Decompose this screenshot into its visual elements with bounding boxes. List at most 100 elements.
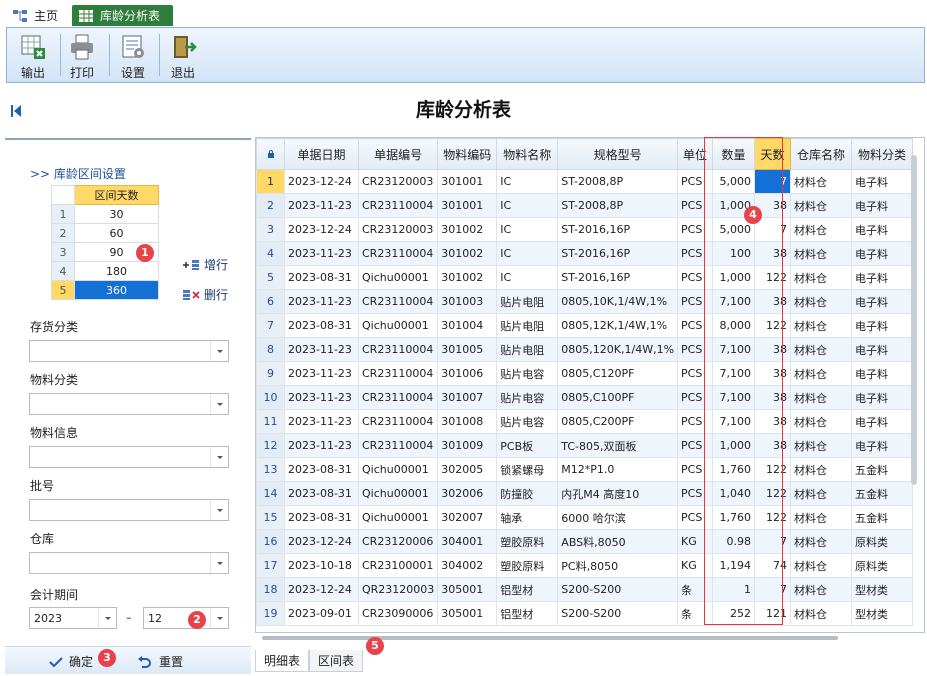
interval-value[interactable]: 60 [74, 223, 159, 243]
table-cell[interactable]: 材料仓 [790, 601, 853, 626]
table-cell[interactable]: 电子料 [851, 409, 914, 434]
table-cell[interactable]: CR23090006 [357, 601, 439, 626]
table-cell[interactable]: PCS [677, 265, 714, 290]
table-row[interactable]: 13 2023-08-31 Qichu00001 302005 锁紧螺母 M12*P1.0… [256, 457, 914, 482]
table-cell[interactable]: 301008 [437, 409, 498, 434]
table-row[interactable]: 10 2023-11-23 CR23110004 301007 贴片电容 0805,C10… [256, 385, 914, 410]
table-cell[interactable]: 301002 [437, 265, 498, 290]
table-cell[interactable]: 电子料 [851, 169, 914, 194]
table-row[interactable]: 9 2023-11-23 CR23110004 301006 贴片电容 0805,C120… [256, 361, 914, 386]
table-cell[interactable]: CR23120003 [357, 217, 439, 242]
column-header[interactable]: 单位 [677, 138, 714, 170]
table-cell[interactable]: 材料仓 [790, 217, 853, 242]
table-cell[interactable]: 材料仓 [790, 457, 853, 482]
table-cell[interactable]: 122 [754, 313, 792, 338]
table-cell[interactable]: 贴片电阻 [496, 337, 559, 362]
table-cell[interactable]: 302005 [437, 457, 498, 482]
table-cell[interactable]: TC-805,双面板 [557, 433, 679, 458]
table-cell[interactable]: 7 [754, 529, 792, 554]
table-cell[interactable]: 电子料 [851, 433, 914, 458]
table-row[interactable]: 6 2023-11-23 CR23110004 301003 贴片电阻 0805,10K,… [256, 289, 914, 314]
table-cell[interactable]: 0805,120K,1/4W,1% [557, 337, 679, 362]
table-cell[interactable]: 2023-12-24 [284, 217, 359, 242]
table-cell[interactable]: CR23110004 [357, 433, 439, 458]
table-cell[interactable]: 原料类 [851, 553, 914, 578]
table-cell[interactable]: 2023-11-23 [284, 433, 359, 458]
table-cell[interactable]: CR23110004 [357, 241, 439, 266]
table-cell[interactable]: 1,000 [712, 433, 756, 458]
table-cell[interactable]: 原料类 [851, 529, 914, 554]
table-cell[interactable]: 7,100 [712, 385, 756, 410]
table-cell[interactable]: 0805,C100PF [557, 385, 679, 410]
table-cell[interactable]: 304001 [437, 529, 498, 554]
tab-report[interactable]: 库龄分析表 [72, 5, 173, 26]
column-header[interactable]: 单据编号 [357, 138, 439, 170]
table-cell[interactable]: 轴承 [496, 505, 559, 530]
print-button[interactable]: 打印 [59, 31, 105, 81]
table-cell[interactable]: 贴片电阻 [496, 313, 559, 338]
table-cell[interactable]: 2023-08-31 [284, 505, 359, 530]
exit-button[interactable]: 退出 [160, 31, 206, 81]
interval-value[interactable]: 180 [74, 261, 159, 281]
table-cell[interactable]: 防撞胶 [496, 481, 559, 506]
table-cell[interactable]: KG [677, 529, 714, 554]
table-cell[interactable]: 材料仓 [790, 409, 853, 434]
table-cell[interactable]: CR23110004 [357, 337, 439, 362]
table-cell[interactable]: 2023-09-01 [284, 601, 359, 626]
table-cell[interactable]: 0805,C200PF [557, 409, 679, 434]
table-cell[interactable]: 252 [712, 601, 756, 626]
table-row[interactable]: 16 2023-12-24 CR23120006 304001 塑胶原料 ABS料,805… [256, 529, 914, 554]
table-cell[interactable]: 2023-08-31 [284, 265, 359, 290]
table-cell[interactable]: PCS [677, 409, 714, 434]
table-cell[interactable]: ST-2016,16P [557, 241, 679, 266]
chevron-down-icon[interactable] [210, 447, 228, 467]
table-cell[interactable]: 301002 [437, 241, 498, 266]
table-cell[interactable]: PCS [677, 217, 714, 242]
table-cell[interactable]: CR23110004 [357, 409, 439, 434]
table-cell[interactable]: 2023-12-24 [284, 529, 359, 554]
table-cell[interactable]: 122 [754, 457, 792, 482]
chevron-down-icon[interactable] [98, 608, 116, 628]
column-header[interactable]: 单据日期 [284, 138, 359, 170]
table-cell[interactable]: 铝型材 [496, 601, 559, 626]
table-row[interactable]: 2 2023-11-23 CR23110004 301001 IC ST-2008,8P P… [256, 193, 914, 218]
table-cell[interactable]: 电子料 [851, 289, 914, 314]
tab-detail[interactable]: 明细表 [255, 650, 310, 672]
table-cell[interactable]: M12*P1.0 [557, 457, 679, 482]
table-row[interactable]: 4 2023-11-23 CR23110004 301002 IC ST-2016,16P… [256, 241, 914, 266]
table-cell[interactable]: 0.98 [712, 529, 756, 554]
column-header[interactable]: 数量 [712, 138, 756, 170]
table-cell[interactable]: 2023-12-24 [284, 169, 359, 194]
table-cell[interactable]: CR23110004 [357, 193, 439, 218]
table-cell[interactable]: IC [496, 217, 559, 242]
table-row[interactable]: 3 2023-12-24 CR23120003 301002 IC ST-2016,16P… [256, 217, 914, 242]
table-cell[interactable]: 7 [754, 217, 792, 242]
table-cell[interactable]: ST-2008,8P [557, 193, 679, 218]
table-cell[interactable]: PCS [677, 289, 714, 314]
table-cell[interactable]: 1,760 [712, 457, 756, 482]
table-cell[interactable]: 电子料 [851, 337, 914, 362]
table-cell[interactable]: ST-2016,16P [557, 265, 679, 290]
table-cell[interactable]: 2023-11-23 [284, 361, 359, 386]
table-cell[interactable]: 8,000 [712, 313, 756, 338]
table-cell[interactable]: 贴片电容 [496, 361, 559, 386]
table-cell[interactable]: 材料仓 [790, 265, 853, 290]
table-cell[interactable]: 7,100 [712, 361, 756, 386]
table-cell[interactable]: KG [677, 553, 714, 578]
batch-select[interactable] [29, 499, 229, 521]
table-cell[interactable]: 305001 [437, 577, 498, 602]
table-cell[interactable]: ST-2008,8P [557, 169, 679, 194]
table-cell[interactable]: PC料,8050 [557, 553, 679, 578]
table-cell[interactable]: 电子料 [851, 361, 914, 386]
table-cell[interactable]: 贴片电容 [496, 409, 559, 434]
table-cell[interactable]: Qichu00001 [357, 265, 439, 290]
table-cell[interactable]: 2023-10-18 [284, 553, 359, 578]
table-row[interactable]: 15 2023-08-31 Qichu00001 302007 轴承 6000 哈尔滨 PC… [256, 505, 914, 530]
table-cell[interactable]: 电子料 [851, 217, 914, 242]
reset-button[interactable]: 重置 [137, 653, 183, 670]
table-cell[interactable]: Qichu00001 [357, 481, 439, 506]
table-cell[interactable]: 五金料 [851, 481, 914, 506]
table-cell[interactable]: 38 [754, 289, 792, 314]
column-header[interactable]: 物料编码 [437, 138, 498, 170]
row-header-corner[interactable] [256, 138, 285, 170]
